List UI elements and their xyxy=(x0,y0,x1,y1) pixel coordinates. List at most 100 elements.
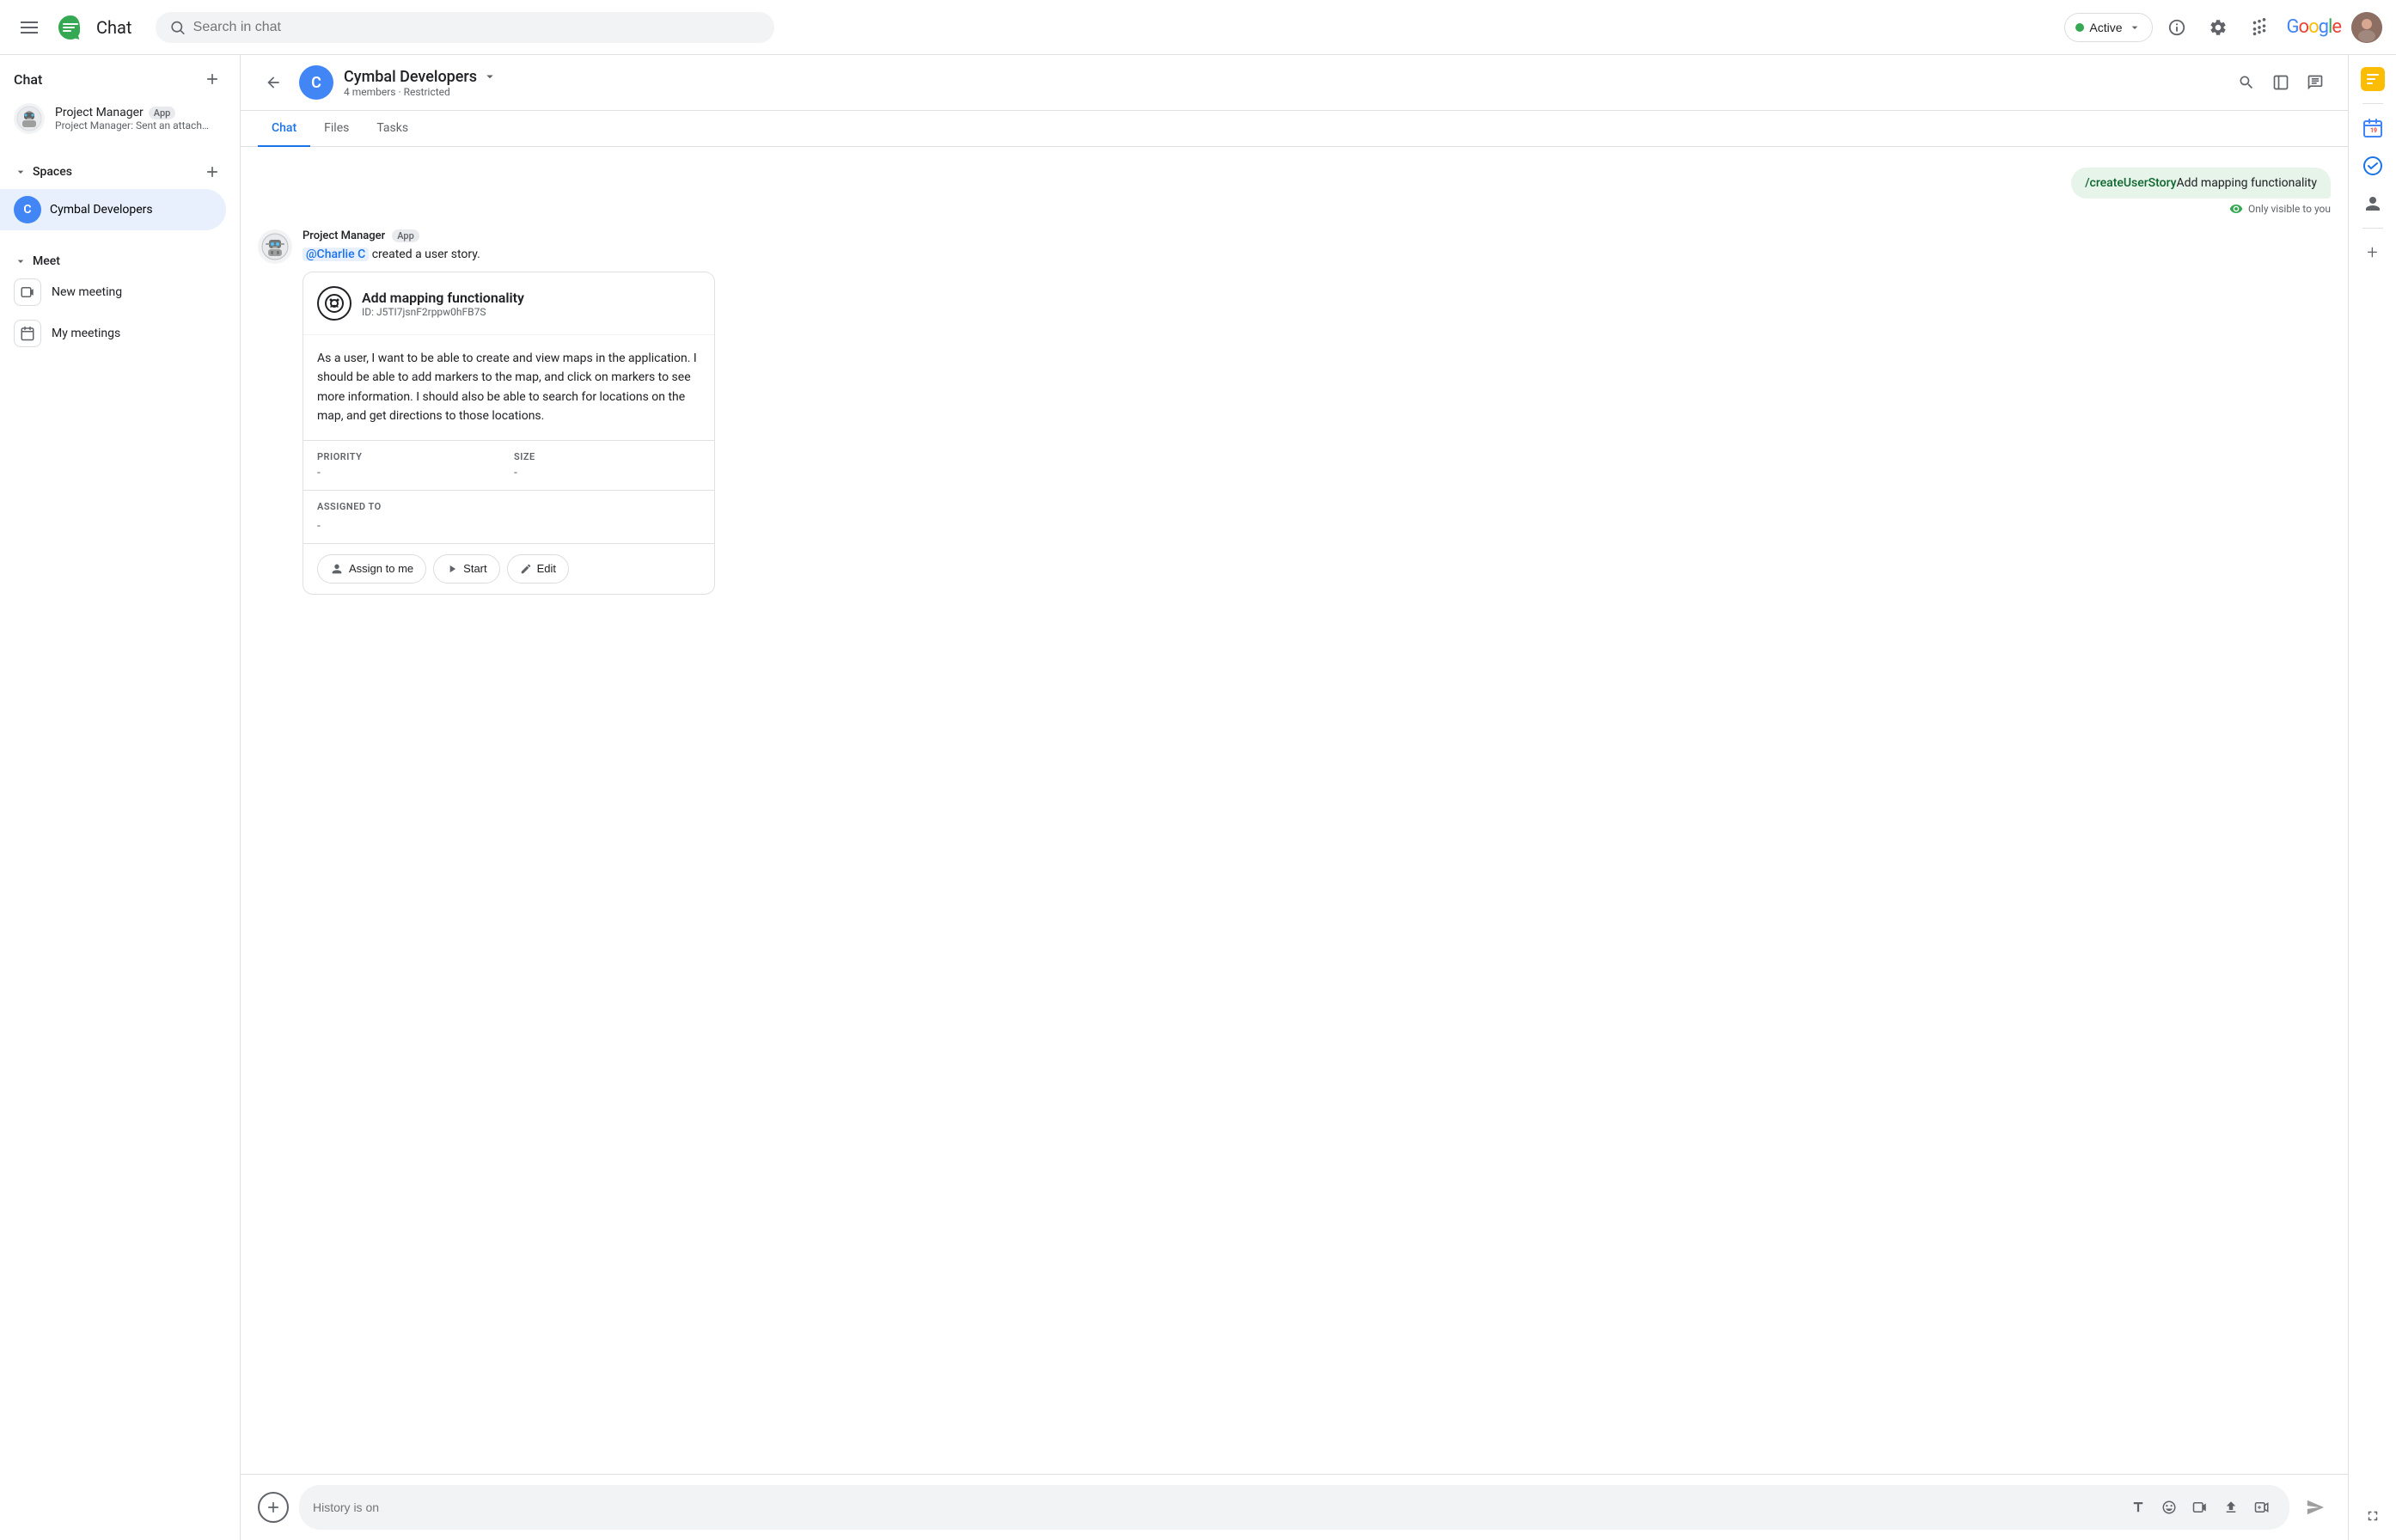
start-button[interactable]: Start xyxy=(433,554,499,584)
top-right-actions: Active Google xyxy=(2064,10,2382,45)
start-label: Start xyxy=(463,562,486,575)
chevron-down-icon xyxy=(14,254,28,268)
new-space-button[interactable] xyxy=(199,158,226,186)
message-input-wrap xyxy=(299,1485,2289,1530)
my-meetings-icon xyxy=(14,320,41,347)
messages-area: /createUserStoryAdd mapping functionalit… xyxy=(241,147,2348,1474)
bot-avatar xyxy=(258,229,292,264)
chat-label[interactable]: Chat xyxy=(14,71,42,88)
new-meeting-label: New meeting xyxy=(52,285,122,299)
apps-button[interactable] xyxy=(2242,10,2277,45)
app-badge: App xyxy=(149,107,176,119)
project-manager-name: Project Manager App xyxy=(55,106,216,119)
app-logo xyxy=(55,12,86,43)
priority-value: - xyxy=(317,466,504,480)
google-tasks-button[interactable] xyxy=(2356,62,2390,96)
project-manager-avatar xyxy=(14,103,45,134)
upload-button[interactable] xyxy=(2217,1494,2245,1521)
input-area xyxy=(241,1474,2348,1540)
chat-section-header: Chat xyxy=(0,55,240,96)
space-avatar: C xyxy=(299,65,333,100)
spaces-section-header: Spaces xyxy=(0,148,240,189)
message-input[interactable] xyxy=(313,1500,2118,1514)
status-button[interactable]: Active xyxy=(2064,13,2152,42)
tab-files[interactable]: Files xyxy=(310,111,363,147)
search-input[interactable] xyxy=(193,20,761,35)
size-label: SIZE xyxy=(514,451,700,462)
sidebar-item-project-manager[interactable]: Project Manager App Project Manager: Sen… xyxy=(0,96,229,141)
eye-icon xyxy=(2229,202,2243,216)
add-button[interactable] xyxy=(258,1492,289,1523)
tab-chat[interactable]: Chat xyxy=(258,111,310,147)
command-arg: Add mapping functionality xyxy=(2177,176,2317,190)
sidebar-item-cymbal-developers[interactable]: C Cymbal Developers xyxy=(0,189,226,230)
help-button[interactable] xyxy=(2160,10,2194,45)
expand-button[interactable] xyxy=(2356,1499,2390,1533)
input-actions xyxy=(2124,1494,2276,1521)
spaces-label[interactable]: Spaces xyxy=(14,165,72,179)
bot-app-badge: App xyxy=(392,229,419,242)
my-meetings-label: My meetings xyxy=(52,327,120,340)
chevron-down-icon xyxy=(2128,21,2142,34)
space-header-actions xyxy=(2231,67,2331,98)
right-sidebar: 19 + xyxy=(2348,55,2396,1540)
google-logo: Google xyxy=(2287,16,2341,38)
story-description: As a user, I want to be able to create a… xyxy=(303,335,714,441)
edit-button[interactable]: Edit xyxy=(507,554,569,584)
settings-button[interactable] xyxy=(2201,10,2235,45)
priority-label: PRIORITY xyxy=(317,451,504,462)
assigned-value: - xyxy=(317,516,700,533)
meet-section-header: Meet xyxy=(0,244,240,272)
space-name[interactable]: Cymbal Developers xyxy=(344,68,2221,86)
toggle-panel-button[interactable] xyxy=(2265,67,2296,98)
edit-icon xyxy=(520,563,532,575)
bot-content: Project Manager App @Charlie C created a… xyxy=(303,229,2331,595)
back-button[interactable] xyxy=(258,67,289,98)
send-button[interactable] xyxy=(2300,1492,2331,1523)
contacts-button[interactable] xyxy=(2356,186,2390,221)
google-calendar-button[interactable]: 19 xyxy=(2356,111,2390,145)
story-card: Add mapping functionality ID: J5TI7jsnF2… xyxy=(303,272,715,595)
hamburger-menu[interactable] xyxy=(14,15,45,40)
app-title: Chat xyxy=(96,17,131,38)
cymbal-developers-badge: C xyxy=(14,196,41,223)
add-widget-button[interactable]: + xyxy=(2356,235,2390,270)
sidebar: Chat Project Manager xyxy=(0,55,241,1540)
search-button[interactable] xyxy=(2231,67,2262,98)
story-card-header: Add mapping functionality ID: J5TI7jsnF2… xyxy=(303,272,714,335)
user-avatar[interactable] xyxy=(2351,12,2382,43)
emoji-button[interactable] xyxy=(2155,1494,2183,1521)
chat-threads-button[interactable] xyxy=(2300,67,2331,98)
meet-label[interactable]: Meet xyxy=(14,254,60,268)
story-meta: PRIORITY - SIZE - xyxy=(303,441,714,491)
my-meetings-item[interactable]: My meetings xyxy=(0,313,240,354)
story-id: ID: J5TI7jsnF2rppw0hFB7S xyxy=(362,306,524,318)
new-meeting-item[interactable]: New meeting xyxy=(0,272,240,313)
edit-label: Edit xyxy=(537,562,556,575)
bot-message: Project Manager App @Charlie C created a… xyxy=(258,229,2331,595)
tabs: Chat Files Tasks xyxy=(241,111,2348,147)
command-text: /createUserStory xyxy=(2085,176,2176,190)
text-format-button[interactable] xyxy=(2124,1494,2152,1521)
bot-sender: Project Manager App xyxy=(303,229,2331,242)
expand-section xyxy=(2356,1499,2390,1533)
assigned-label: ASSIGNED TO xyxy=(317,491,700,512)
new-chat-button[interactable] xyxy=(199,65,226,93)
meet-button[interactable] xyxy=(2248,1494,2276,1521)
story-title: Add mapping functionality xyxy=(362,290,524,306)
story-actions: Assign to me Start Edit xyxy=(303,544,714,594)
chevron-down-icon xyxy=(14,165,28,179)
right-divider-2 xyxy=(2362,228,2383,229)
assign-to-me-button[interactable]: Assign to me xyxy=(317,554,426,584)
tab-tasks[interactable]: Tasks xyxy=(363,111,422,147)
content-area: C Cymbal Developers 4 members · Restrict… xyxy=(241,55,2348,1540)
user-message: /createUserStoryAdd mapping functionalit… xyxy=(258,168,2331,216)
tasks-check-button[interactable] xyxy=(2356,149,2390,183)
main-layout: Chat Project Manager xyxy=(0,55,2396,1540)
space-header: C Cymbal Developers 4 members · Restrict… xyxy=(241,55,2348,111)
status-label: Active xyxy=(2089,21,2122,34)
project-manager-info: Project Manager App Project Manager: Sen… xyxy=(55,106,216,131)
search-bar[interactable] xyxy=(156,12,774,43)
story-title-block: Add mapping functionality ID: J5TI7jsnF2… xyxy=(362,290,524,318)
video-button[interactable] xyxy=(2186,1494,2214,1521)
